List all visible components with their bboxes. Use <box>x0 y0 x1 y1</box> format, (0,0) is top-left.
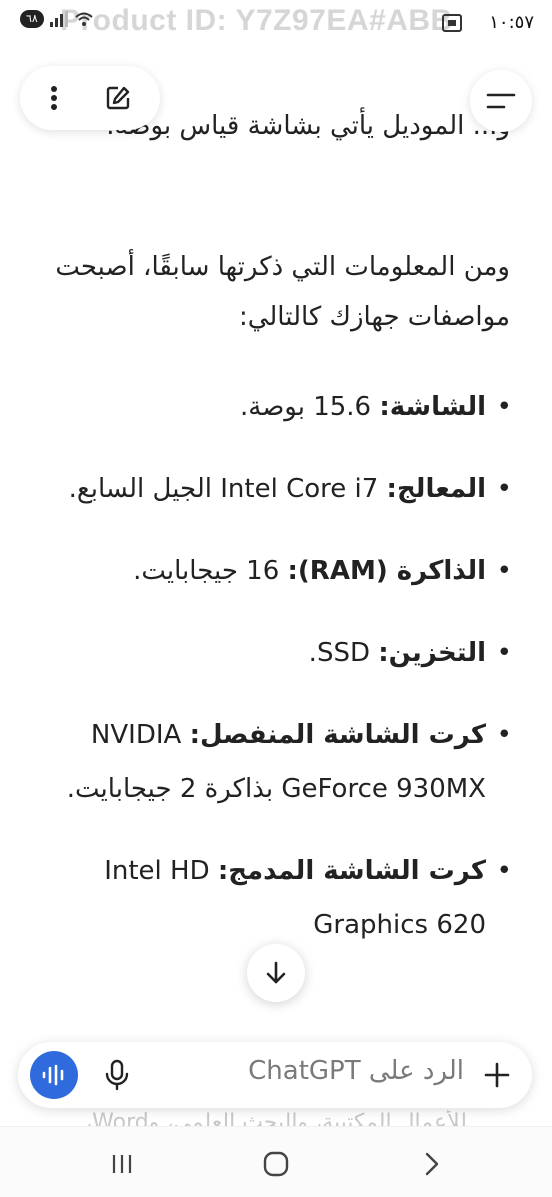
intro-text: و... الموديل يأتي بشاشة قياس بوصة. <box>106 111 510 141</box>
more-options-button[interactable] <box>36 80 72 116</box>
recents-icon <box>112 1155 132 1173</box>
menu-button[interactable] <box>470 70 532 132</box>
list-item: التخزين: SSD. <box>32 626 512 680</box>
arrow-down-icon <box>266 961 286 984</box>
voice-mode-button[interactable] <box>30 1051 78 1099</box>
spec-label: الذاكرة (RAM): <box>287 556 486 586</box>
spec-label: كرت الشاشة المدمج: <box>217 856 486 886</box>
spec-value: 15.6 بوصة. <box>239 392 380 422</box>
home-button[interactable] <box>256 1147 296 1181</box>
back-button[interactable] <box>412 1147 452 1181</box>
chevron-right-icon <box>425 1152 439 1176</box>
message-composer: الرد على ChatGPT <box>18 1042 532 1108</box>
list-item: كرت الشاشة المدمج: Intel HD Graphics 620 <box>32 844 512 952</box>
spec-value: SSD. <box>308 638 379 668</box>
chat-message: و... الموديل يأتي بشاشة قياس بوصة. ومن ا… <box>0 0 552 1196</box>
home-icon <box>263 1151 289 1177</box>
message-summary: ومن المعلومات التي ذكرتها سابقًا، أصبحت … <box>55 252 510 332</box>
plus-icon <box>484 1062 510 1088</box>
new-chat-button[interactable] <box>100 80 136 116</box>
scroll-to-bottom-button[interactable] <box>247 944 305 1002</box>
list-item: المعالج: Intel Core i7 الجيل السابع. <box>32 462 512 516</box>
mic-icon <box>105 1059 129 1091</box>
system-nav-bar <box>0 1126 552 1197</box>
dictate-button[interactable] <box>100 1058 134 1092</box>
voice-wave-icon <box>42 1064 64 1086</box>
spec-label: كرت الشاشة المنفصل: <box>189 720 486 750</box>
list-item: كرت الشاشة المنفصل: NVIDIA GeForce 930MX… <box>32 708 512 816</box>
spec-label: الشاشة: <box>379 392 486 422</box>
spec-value: 16 جيجابايت. <box>133 556 288 586</box>
menu-icon <box>486 93 516 109</box>
list-item: الذاكرة (RAM): 16 جيجابايت. <box>32 544 512 598</box>
spec-list: الشاشة: 15.6 بوصة. المعالج: Intel Core i… <box>32 380 512 952</box>
spec-label: المعالج: <box>386 474 486 504</box>
more-vert-icon <box>51 86 57 110</box>
spec-value: Intel Core i7 الجيل السابع. <box>68 474 387 504</box>
list-item: الشاشة: 15.6 بوصة. <box>32 380 512 434</box>
recent-apps-button[interactable] <box>102 1147 142 1181</box>
attach-button[interactable] <box>480 1058 514 1092</box>
top-actions-pill <box>20 66 160 130</box>
message-input[interactable]: الرد على ChatGPT <box>248 1056 464 1086</box>
edit-icon <box>106 86 130 110</box>
spec-label: التخزين: <box>378 638 486 668</box>
